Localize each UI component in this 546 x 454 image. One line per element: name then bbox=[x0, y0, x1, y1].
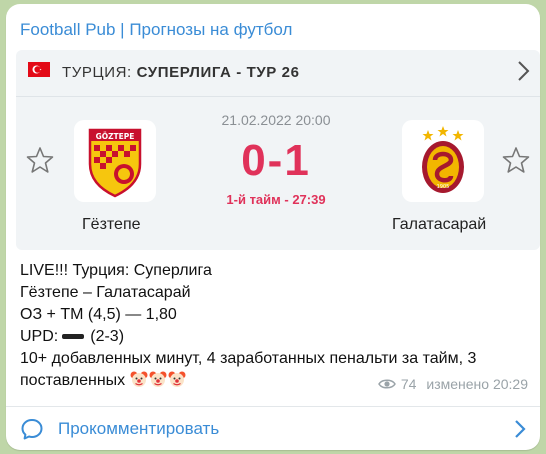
home-team-name[interactable]: Гёзтепе bbox=[82, 216, 141, 234]
chevron-right-icon bbox=[515, 420, 526, 438]
clown-face-icon bbox=[149, 371, 167, 387]
goztepe-crest-icon: GÖZTEPE bbox=[88, 128, 142, 198]
clown-emoji-group bbox=[130, 371, 187, 389]
home-logo-text: GÖZTEPE bbox=[96, 132, 135, 141]
view-count: 74 bbox=[400, 376, 417, 392]
update-line: UPD: (2-3) bbox=[20, 326, 526, 348]
message-text: LIVE!!! Турция: Суперлига Гёзтепе – Гала… bbox=[20, 260, 526, 392]
edited-timestamp: изменено 20:29 bbox=[426, 376, 528, 392]
favorite-star-home-icon[interactable] bbox=[26, 146, 54, 174]
comment-button[interactable]: Прокомментировать bbox=[6, 407, 540, 450]
message-line: 10+ добавленных минут, 4 заработанных пе… bbox=[20, 350, 477, 367]
league-name: СУПЕРЛИГА - ТУР 26 bbox=[136, 64, 300, 81]
comment-bubble-icon bbox=[21, 419, 43, 440]
channel-title[interactable]: Football Pub | Прогнозы на футбол bbox=[20, 20, 292, 40]
message-line: поставленных bbox=[20, 372, 126, 389]
home-team-logo[interactable]: GÖZTEPE bbox=[74, 120, 156, 202]
match-score: 0-1 bbox=[241, 136, 311, 185]
update-value: (2-3) bbox=[90, 328, 125, 345]
heavy-minus-icon bbox=[62, 334, 85, 340]
league-title: ТУРЦИЯ: СУПЕРЛИГА - ТУР 26 bbox=[62, 64, 300, 81]
match-card[interactable]: ТУРЦИЯ: СУПЕРЛИГА - ТУР 26 GÖZTEPE Гёзте… bbox=[16, 50, 540, 250]
chevron-right-icon[interactable] bbox=[514, 59, 532, 83]
favorite-star-away-icon[interactable] bbox=[502, 146, 530, 174]
away-logo-text: 1905 bbox=[437, 184, 450, 190]
clown-face-icon bbox=[130, 371, 148, 387]
comment-label: Прокомментировать bbox=[58, 419, 220, 438]
away-team-logo[interactable]: 1905 bbox=[402, 120, 484, 202]
match-period: 1-й тайм - 27:39 bbox=[226, 192, 326, 207]
league-bar[interactable]: ТУРЦИЯ: СУПЕРЛИГА - ТУР 26 bbox=[16, 50, 540, 97]
eye-icon bbox=[377, 379, 396, 389]
message-line: LIVE!!! Турция: Суперлига bbox=[20, 262, 212, 279]
message-line: Гёзтепе – Галатасарай bbox=[20, 284, 191, 301]
message-bubble: Football Pub | Прогнозы на футбол ТУРЦИЯ… bbox=[6, 4, 540, 450]
league-country: ТУРЦИЯ: bbox=[62, 64, 132, 81]
away-team-name[interactable]: Галатасарай bbox=[392, 216, 486, 234]
turkey-flag-icon bbox=[28, 62, 50, 77]
update-label: UPD: bbox=[20, 328, 59, 345]
message-line: ОЗ + ТМ (4,5) — 1,80 bbox=[20, 306, 177, 323]
match-datetime: 21.02.2022 20:00 bbox=[221, 112, 331, 128]
clown-face-icon bbox=[168, 371, 186, 387]
message-meta: 74 изменено 20:29 bbox=[377, 376, 528, 392]
galatasaray-crest-icon: 1905 bbox=[422, 126, 464, 193]
